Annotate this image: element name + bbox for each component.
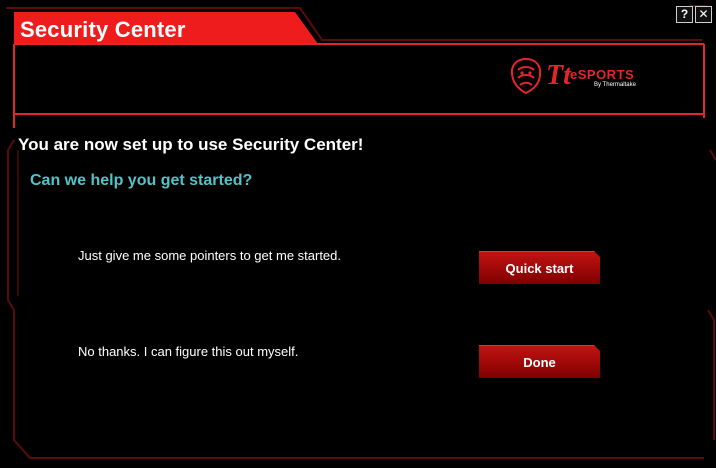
logo-tagline: By Thermaltake xyxy=(594,82,636,88)
help-button[interactable]: ? xyxy=(676,6,693,23)
system-buttons: ? ✕ xyxy=(676,6,712,23)
security-center-window: Security Center ? ✕ Tt eSPORTS By Therma… xyxy=(0,0,716,468)
done-description: No thanks. I can figure this out myself. xyxy=(78,344,299,359)
setup-heading: You are now set up to use Security Cente… xyxy=(18,135,364,154)
help-subheading: Can we help you get started? xyxy=(30,172,253,189)
frame-right-accent-top xyxy=(709,149,716,161)
quick-start-button[interactable]: Quick start xyxy=(479,251,600,284)
logo-brand-text: eSPORTS xyxy=(570,67,635,82)
quick-start-description: Just give me some pointers to get me sta… xyxy=(78,248,342,263)
logo-tt-mark: Tt xyxy=(546,60,571,91)
frame-right-accent-bottom xyxy=(707,309,715,440)
close-button[interactable]: ✕ xyxy=(695,6,712,23)
tt-esports-logo: Tt eSPORTS By Thermaltake xyxy=(508,56,676,96)
window-title: Security Center xyxy=(20,17,186,42)
dragon-emblem-icon xyxy=(510,57,542,95)
done-button[interactable]: Done xyxy=(479,345,600,378)
